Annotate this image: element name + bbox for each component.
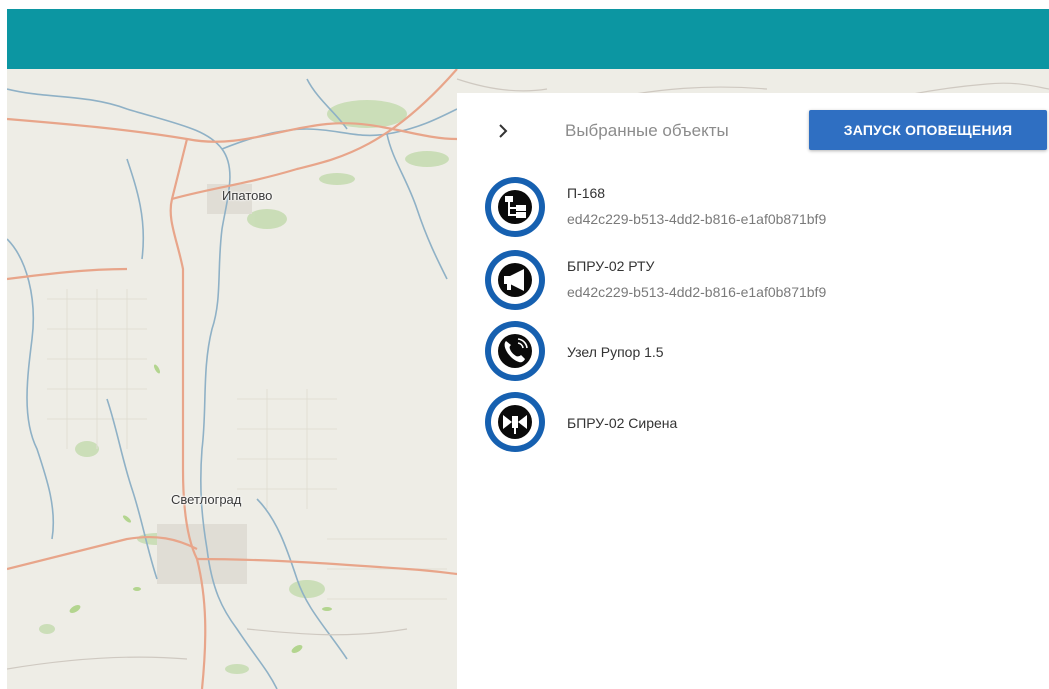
object-icon-badge	[485, 321, 545, 381]
siren-icon	[498, 405, 532, 439]
object-icon-badge	[485, 177, 545, 237]
city-label-svetlograd: Светлоград	[171, 492, 242, 507]
object-name: П-168	[567, 185, 606, 201]
vegetation-strips	[69, 364, 332, 653]
object-id: ed42c229-b513-4dd2-b816-e1af0b871bf9	[567, 284, 827, 300]
city-label-ipatovo: Ипатово	[222, 188, 273, 203]
object-name: Узел Рупор 1.5	[567, 344, 664, 360]
object-id: ed42c229-b513-4dd2-b816-e1af0b871bf9	[567, 211, 827, 227]
roads	[7, 69, 458, 689]
town-area-svetlograd	[157, 524, 247, 584]
object-name: БПРУ-02 РТУ	[567, 258, 655, 274]
selected-objects-panel: Выбранные объекты ЗАПУСК ОПОВЕЩЕНИЯ П-16…	[457, 93, 1049, 689]
megaphone-icon	[498, 263, 532, 297]
object-name: БПРУ-02 Сирена	[567, 415, 678, 431]
rivers	[7, 78, 458, 689]
launch-alert-button[interactable]: ЗАПУСК ОПОВЕЩЕНИЯ	[809, 110, 1047, 150]
phone-ringing-icon	[498, 334, 532, 368]
object-icon-badge	[485, 392, 545, 452]
object-item-bpru-rtu[interactable]: БПРУ-02 РТУ ed42c229-b513-4dd2-b816-e1af…	[485, 250, 1045, 310]
object-item-bpru-siren[interactable]: БПРУ-02 Сирена	[485, 392, 1045, 452]
object-item-p168[interactable]: П-168 ed42c229-b513-4dd2-b816-e1af0b871b…	[485, 177, 1045, 237]
app-header-bar	[7, 9, 1049, 69]
chevron-right-icon	[499, 124, 508, 138]
network-tree-icon	[498, 190, 532, 224]
object-item-uzel-rupor[interactable]: Узел Рупор 1.5	[485, 321, 1045, 381]
panel-title: Выбранные объекты	[565, 121, 729, 140]
object-icon-badge	[485, 250, 545, 310]
collapse-panel-button[interactable]	[491, 119, 515, 143]
